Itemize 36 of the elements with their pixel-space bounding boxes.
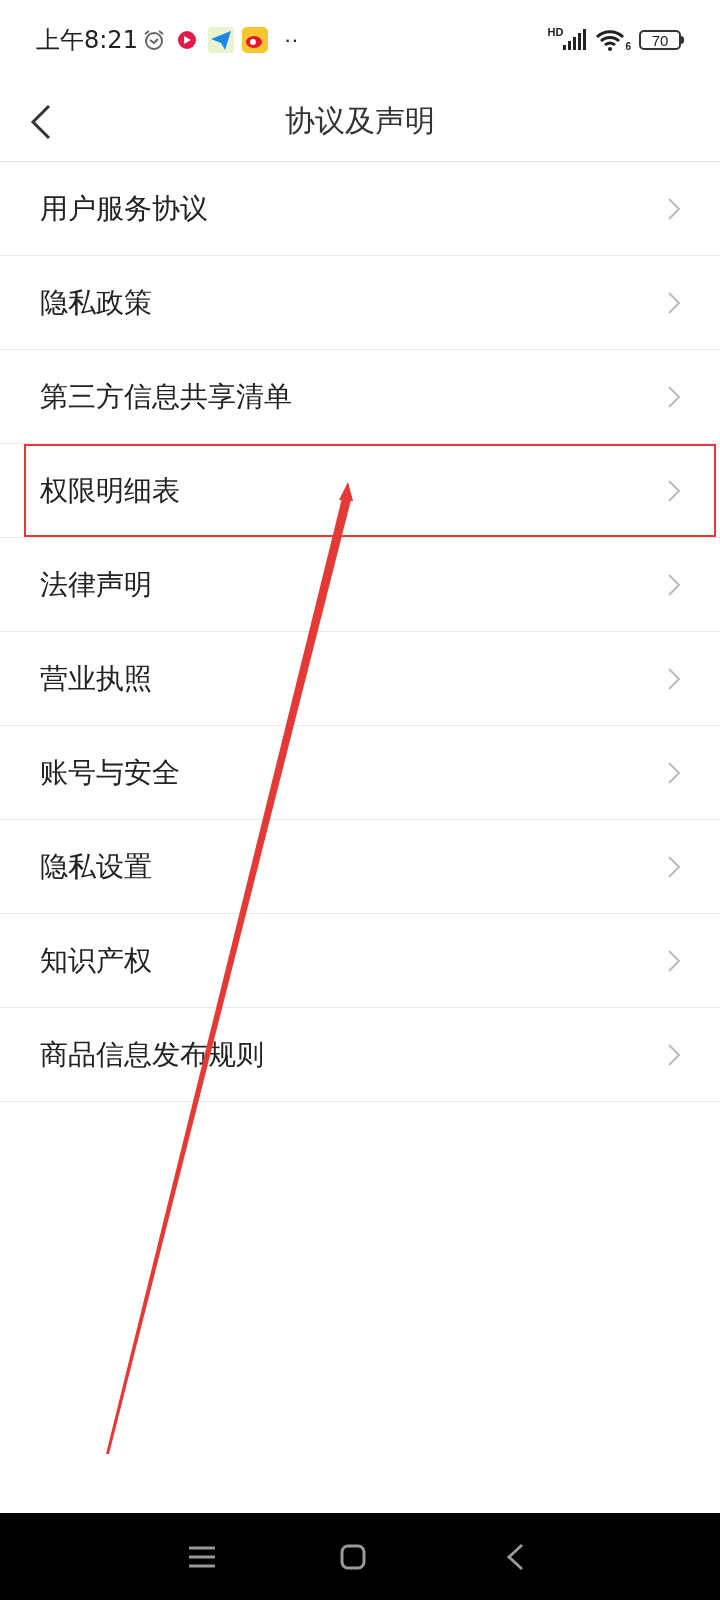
- menu-label: 法律声明: [40, 567, 153, 602]
- chevron-icon: [668, 385, 680, 408]
- menu-label: 第三方信息共享清单: [40, 379, 293, 414]
- chevron-icon: [668, 479, 680, 502]
- menu-label: 隐私政策: [40, 285, 153, 320]
- menu-label: 隐私设置: [40, 849, 153, 884]
- battery-indicator: 70: [639, 30, 681, 50]
- signal-icon: [563, 29, 588, 51]
- back-icon[interactable]: [506, 1542, 524, 1571]
- more-notifications: ··: [283, 29, 299, 51]
- status-time: 上午8:21: [36, 25, 138, 56]
- menu-icon[interactable]: [189, 1544, 215, 1569]
- menu-label: 权限明细表: [40, 473, 181, 508]
- chevron-icon: [668, 949, 680, 972]
- menu-label: 账号与安全: [40, 755, 181, 790]
- chevron-icon: [668, 1043, 680, 1066]
- menu-label: 知识产权: [40, 943, 153, 978]
- menu-item[interactable]: 用户服务协议: [0, 162, 720, 256]
- menu-label: 营业执照: [40, 661, 153, 696]
- chevron-icon: [668, 761, 680, 784]
- menu-item[interactable]: 第三方信息共享清单: [0, 350, 720, 444]
- wifi-icon: [595, 29, 626, 51]
- paper-plane-icon: [207, 27, 234, 53]
- chevron-icon: [668, 667, 680, 690]
- page-title: 协议及声明: [285, 103, 435, 139]
- chevron-icon: [668, 573, 680, 596]
- chevron-icon: [668, 197, 680, 220]
- wifi-label: 6: [625, 40, 631, 54]
- back-icon[interactable]: [30, 104, 52, 140]
- chevron-icon: [668, 291, 680, 314]
- menu-label: 用户服务协议: [40, 191, 209, 226]
- app-icon: [175, 29, 198, 51]
- network-label: HD: [547, 25, 564, 40]
- menu-item[interactable]: 隐私政策: [0, 256, 720, 350]
- home-icon[interactable]: [340, 1543, 366, 1570]
- chevron-icon: [668, 855, 680, 878]
